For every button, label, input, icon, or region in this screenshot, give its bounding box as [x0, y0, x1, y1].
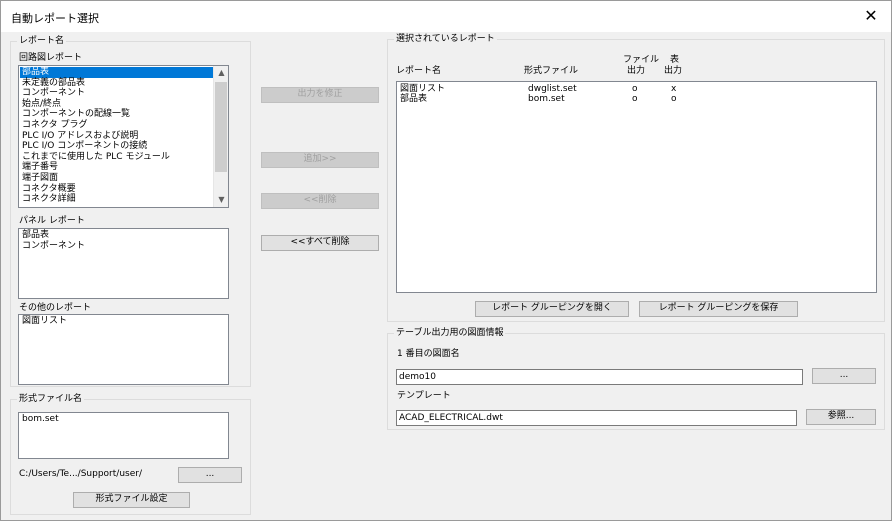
remove-button[interactable]: <<削除 — [261, 193, 379, 209]
row-table-out-cell: x — [671, 84, 677, 94]
row-file-out-cell: o — [632, 94, 638, 104]
schematic-report-item[interactable]: 端子図面 — [20, 173, 213, 184]
report-name-group-label: レポート名 — [17, 35, 67, 47]
selected-report-row[interactable]: 図面リスト dwglist.set o x — [397, 84, 876, 94]
col-header-table-output-line1: 表 — [670, 55, 680, 65]
schematic-report-item[interactable]: 未定義の部品表 — [20, 78, 213, 89]
dialog-window: 自動レポート選択 ✕ レポート名 回路図レポート 部品表 未定義の部品表 コンポーネ… — [0, 0, 892, 521]
row-file-out-cell: o — [632, 84, 638, 94]
window-title: 自動レポート選択 — [11, 12, 99, 25]
remove-all-button[interactable]: <<すべて削除 — [261, 235, 379, 251]
panel-reports-label: パネル レポート — [19, 216, 85, 226]
add-button[interactable]: 追加>> — [261, 152, 379, 168]
row-table-out-cell: o — [671, 94, 677, 104]
schematic-report-item[interactable]: コンポーネント — [20, 88, 213, 99]
panel-reports-list[interactable]: 部品表 コンポーネント — [18, 228, 229, 299]
template-input[interactable]: ACAD_ELECTRICAL.dwt — [396, 410, 797, 426]
format-path-text: C:/Users/Te.../Support/user/ — [19, 469, 142, 479]
col-header-report-name: レポート名 — [396, 66, 442, 76]
schematic-report-item[interactable]: コネクタ プラグ — [20, 120, 213, 131]
col-header-file-output-line2: 出力 — [627, 66, 646, 76]
format-settings-button[interactable]: 形式ファイル設定 — [73, 492, 190, 508]
selected-reports-table[interactable]: 図面リスト dwglist.set o x 部品表 bom.set o o — [396, 81, 877, 293]
row-format-cell: dwglist.set — [528, 84, 577, 94]
scroll-down-icon[interactable]: ▼ — [214, 193, 228, 207]
schematic-report-item[interactable]: 部品表 — [20, 67, 213, 78]
schematic-report-item[interactable]: PLC I/O アドレスおよび説明 — [20, 131, 213, 142]
schematic-report-item[interactable]: コンポーネントの配線一覧 — [20, 109, 213, 120]
other-report-item[interactable]: 図面リスト — [20, 316, 225, 327]
row-name-cell: 図面リスト — [400, 84, 446, 94]
scroll-up-icon[interactable]: ▲ — [214, 66, 228, 80]
schematic-reports-label: 回路図レポート — [19, 53, 83, 63]
selected-report-row[interactable]: 部品表 bom.set o o — [397, 94, 876, 104]
drawing-browse-button[interactable]: ... — [812, 368, 876, 384]
edit-output-button[interactable]: 出力を修正 — [261, 87, 379, 103]
scroll-thumb[interactable] — [215, 82, 227, 172]
table-output-info-group-label: テーブル出力用の図面情報 — [394, 327, 506, 339]
schematic-report-item[interactable]: これまでに使用した PLC モジュール — [20, 152, 213, 163]
format-browse-button[interactable]: ... — [178, 467, 242, 483]
first-drawing-input[interactable]: demo10 — [396, 369, 803, 385]
schematic-report-item[interactable]: 端子番号 — [20, 162, 213, 173]
format-file-list[interactable]: bom.set — [18, 412, 229, 459]
schematic-report-item[interactable]: コネクタ概要 — [20, 184, 213, 195]
col-header-table-output-line2: 出力 — [664, 66, 683, 76]
save-grouping-button[interactable]: レポート グルーピングを保存 — [639, 301, 798, 317]
other-reports-list[interactable]: 図面リスト — [18, 314, 229, 385]
first-drawing-label: 1 番目の図面名 — [397, 349, 460, 359]
schematic-reports-list[interactable]: 部品表 未定義の部品表 コンポーネント 始点/終点 コンポーネントの配線一覧 コネクタ プ… — [18, 65, 229, 208]
panel-report-item[interactable]: 部品表 — [20, 230, 225, 241]
schematic-report-item[interactable]: 始点/終点 — [20, 99, 213, 110]
close-icon[interactable]: ✕ — [861, 6, 881, 26]
schematic-report-item[interactable]: PLC I/O コンポーネントの接続 — [20, 141, 213, 152]
template-browse-button[interactable]: 参照... — [806, 409, 876, 425]
col-header-file-output-line1: ファイル — [623, 55, 660, 65]
panel-report-item[interactable]: コンポーネント — [20, 241, 225, 252]
row-format-cell: bom.set — [528, 94, 565, 104]
col-header-format-file: 形式ファイル — [524, 66, 579, 76]
row-name-cell: 部品表 — [400, 94, 428, 104]
format-file-item[interactable]: bom.set — [20, 414, 225, 425]
schematic-report-item[interactable]: コネクタ詳細 — [20, 194, 213, 205]
other-reports-label: その他のレポート — [19, 303, 92, 313]
title-bar: 自動レポート選択 ✕ — [1, 1, 891, 32]
template-label: テンプレート — [397, 391, 451, 401]
open-grouping-button[interactable]: レポート グルーピングを開く — [475, 301, 629, 317]
selected-reports-group-label: 選択されているレポート — [394, 33, 497, 45]
format-file-group-label: 形式ファイル名 — [17, 393, 85, 405]
schematic-reports-scrollbar[interactable]: ▲ ▼ — [213, 66, 228, 207]
